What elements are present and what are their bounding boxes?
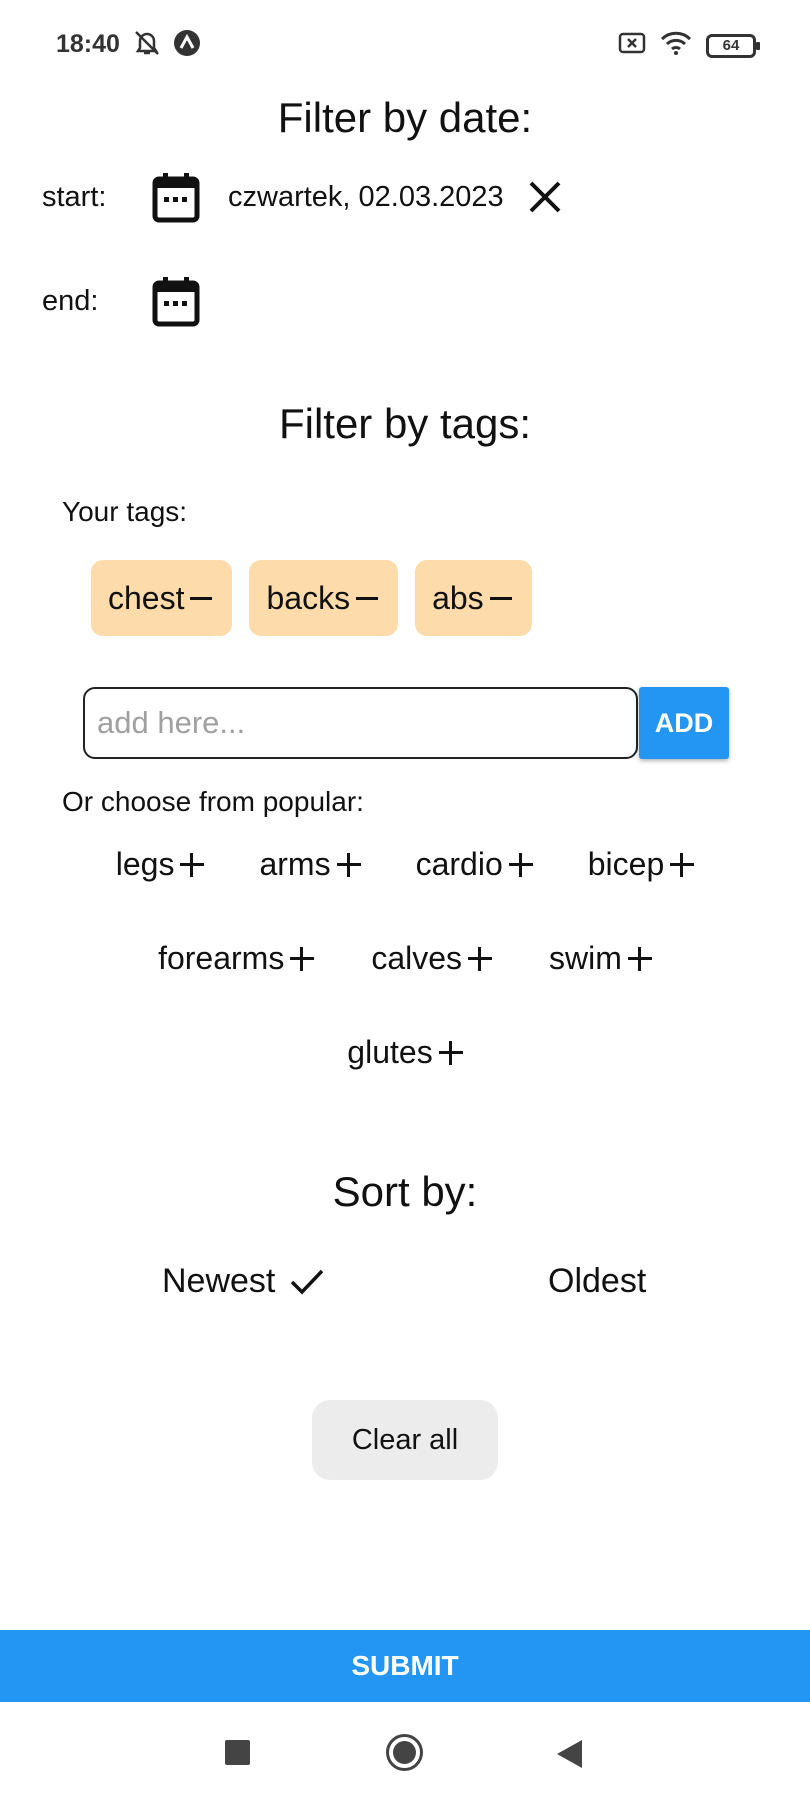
battery-icon: 64 <box>706 33 760 58</box>
popular-tag-label: arms <box>259 846 331 882</box>
sort-option-oldest[interactable]: Oldest <box>548 1262 646 1301</box>
popular-tag-label: bicep <box>587 846 665 882</box>
plus-icon <box>670 852 695 877</box>
home-icon[interactable] <box>386 1734 423 1771</box>
app-notification-icon <box>172 28 202 63</box>
popular-tag-legs[interactable]: legs <box>116 846 205 883</box>
popular-tags-label: Or choose from popular: <box>62 786 364 817</box>
popular-tags-row: legs arms cardio bicep <box>0 846 810 883</box>
start-label: start: <box>42 181 107 213</box>
selected-tags: chest backs abs <box>91 560 532 636</box>
sort-title: Sort by: <box>332 1168 478 1215</box>
submit-button[interactable]: SUBMIT <box>0 1630 810 1702</box>
sort-option-label: Oldest <box>548 1262 647 1300</box>
popular-tag-label: forearms <box>158 940 285 976</box>
popular-tag-cardio[interactable]: cardio <box>416 846 533 883</box>
popular-tag-label: swim <box>549 940 622 976</box>
start-date-value: czwartek, 02.03.2023 <box>228 181 504 213</box>
clear-all-button[interactable]: Clear all <box>312 1400 498 1480</box>
popular-tag-label: calves <box>371 940 463 976</box>
clear-start-date-icon[interactable] <box>527 179 563 215</box>
mute-icon <box>132 28 162 63</box>
end-calendar-icon[interactable] <box>152 275 200 327</box>
recents-icon[interactable] <box>225 1740 250 1765</box>
status-time: 18:40 <box>56 30 120 58</box>
popular-tag-forearms[interactable]: forearms <box>158 940 315 977</box>
plus-icon <box>290 946 315 971</box>
back-icon[interactable] <box>557 1740 582 1768</box>
date-filter-title: Filter by date: <box>277 94 533 141</box>
plus-icon <box>508 852 533 877</box>
sort-option-label: Newest <box>162 1262 276 1300</box>
popular-tag-swim[interactable]: swim <box>549 940 652 977</box>
plus-icon <box>336 852 361 877</box>
end-label: end: <box>42 285 99 317</box>
no-sim-icon <box>618 31 646 60</box>
plus-icon <box>180 852 205 877</box>
tag-chip-label: chest <box>108 579 185 616</box>
plus-icon <box>627 946 652 971</box>
minus-icon <box>190 596 213 600</box>
popular-tag-glutes[interactable]: glutes <box>347 1034 463 1071</box>
sort-option-newest[interactable]: Newest <box>162 1262 325 1301</box>
status-bar: 18:40 64 <box>0 0 810 90</box>
tag-chip-chest[interactable]: chest <box>91 560 233 636</box>
minus-icon <box>489 596 512 600</box>
popular-tag-bicep[interactable]: bicep <box>588 846 695 883</box>
wifi-icon <box>660 30 692 61</box>
plus-icon <box>438 1040 463 1065</box>
popular-tag-label: legs <box>115 846 175 882</box>
system-nav-bar <box>0 1710 810 1800</box>
popular-tag-label: glutes <box>347 1034 433 1070</box>
add-tag-button[interactable]: ADD <box>639 687 729 759</box>
your-tags-label: Your tags: <box>62 496 188 527</box>
tag-chip-backs[interactable]: backs <box>249 560 399 636</box>
tag-chip-label: abs <box>432 579 484 616</box>
tag-chip-abs[interactable]: abs <box>415 560 532 636</box>
tag-filter-title: Filter by tags: <box>278 400 532 447</box>
plus-icon <box>468 946 493 971</box>
tag-chip-label: backs <box>266 579 351 616</box>
check-icon <box>289 1267 325 1297</box>
add-tag-input[interactable] <box>83 687 638 759</box>
popular-tag-calves[interactable]: calves <box>371 940 493 977</box>
popular-tags-row: forearms calves swim <box>0 940 810 977</box>
minus-icon <box>356 596 379 600</box>
start-calendar-icon[interactable] <box>152 171 200 223</box>
popular-tag-arms[interactable]: arms <box>259 846 361 883</box>
popular-tag-label: cardio <box>415 846 503 882</box>
popular-tags-row: glutes <box>0 1034 810 1071</box>
